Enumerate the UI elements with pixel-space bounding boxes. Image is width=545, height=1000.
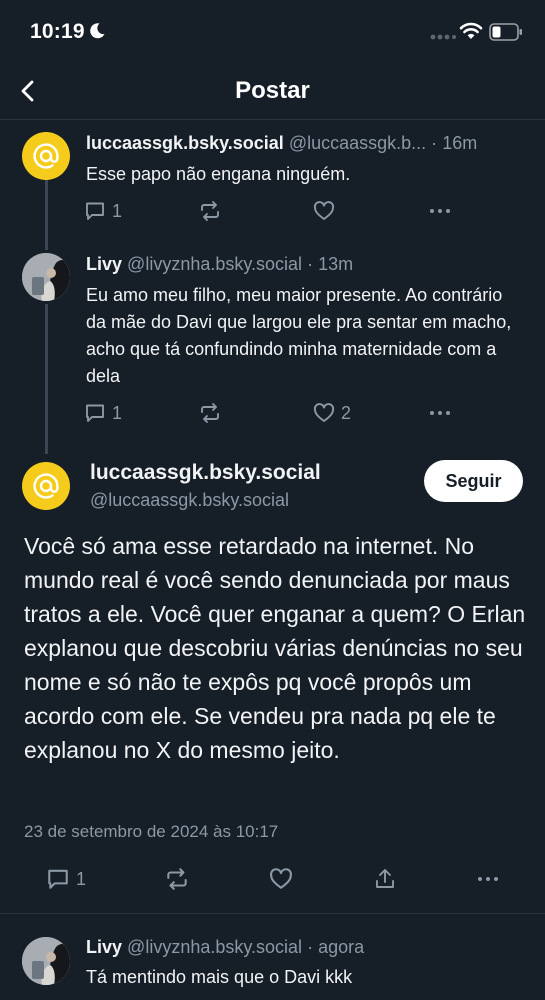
timestamp: agora	[318, 937, 365, 957]
post-header: luccaassgk.bsky.social @luccaassgk.b... …	[86, 133, 536, 154]
action-row: 1	[46, 866, 506, 894]
timestamp: 16m	[442, 133, 478, 153]
handle[interactable]: @livyznha.bsky.social	[127, 254, 302, 274]
reply-icon	[48, 869, 68, 889]
reply-button[interactable]: 1	[84, 400, 122, 426]
separator: ·	[307, 254, 314, 274]
post-text: Você só ama esse retardado na internet. …	[24, 533, 526, 763]
action-row: 1 2	[84, 400, 464, 428]
post-header: Livy @livyznha.bsky.social · 13m	[86, 254, 536, 275]
divider	[0, 913, 545, 914]
handle[interactable]: @luccaassgk.b...	[289, 133, 426, 153]
post-date: 23 de setembro de 2024 às 10:17	[24, 822, 279, 841]
thread-line	[45, 178, 48, 250]
repost-icon	[201, 201, 219, 221]
display-name[interactable]: luccaassgk.bsky.social	[86, 133, 284, 153]
display-name[interactable]: luccaassgk.bsky.social	[90, 461, 321, 485]
reply-count: 1	[76, 868, 87, 889]
reply-button[interactable]: 1	[46, 866, 86, 892]
more-options-button[interactable]	[476, 866, 500, 892]
page-title: Postar	[235, 77, 310, 104]
action-row: 1	[84, 198, 464, 226]
like-count: 2	[341, 402, 352, 423]
status-bar: 10:19	[0, 0, 545, 62]
handle[interactable]: @livyznha.bsky.social	[127, 937, 302, 957]
reply-button[interactable]: 1	[84, 198, 122, 224]
separator: ·	[307, 937, 314, 957]
battery-icon	[489, 23, 522, 41]
profile-photo	[22, 937, 70, 985]
cellular-signal-icon	[430, 34, 456, 40]
display-name[interactable]: Livy	[86, 937, 122, 957]
separator: ·	[431, 133, 438, 153]
more-horizontal-icon	[430, 209, 450, 213]
share-icon	[376, 869, 394, 888]
avatar[interactable]	[22, 132, 70, 180]
avatar[interactable]	[22, 937, 70, 985]
post-header: Livy @livyznha.bsky.social · agora	[86, 937, 536, 958]
at-sign-icon	[33, 473, 59, 499]
reply-count: 1	[112, 402, 123, 423]
repost-icon	[167, 868, 187, 890]
status-time: 10:19	[30, 20, 85, 43]
reply-count: 1	[112, 200, 123, 221]
navigation-bar: Postar	[0, 62, 545, 120]
avatar[interactable]	[22, 253, 70, 301]
like-button[interactable]	[269, 866, 293, 892]
thread-line	[45, 304, 48, 454]
timestamp: 13m	[318, 254, 354, 274]
share-button[interactable]	[373, 866, 397, 892]
display-name[interactable]: Livy	[86, 254, 122, 274]
repost-button[interactable]	[164, 866, 190, 892]
more-options-button[interactable]	[428, 198, 452, 224]
profile-photo	[22, 253, 70, 301]
post-text: Tá mentindo mais que o Davi kkk	[86, 967, 353, 987]
reply-icon	[86, 404, 104, 422]
more-horizontal-icon	[478, 877, 498, 881]
handle[interactable]: @luccaassgk.bsky.social	[90, 490, 289, 511]
post-text: Esse papo não engana ninguém.	[86, 164, 351, 184]
moon-icon	[90, 23, 105, 39]
like-button[interactable]: 2	[313, 400, 351, 426]
repost-icon	[201, 403, 219, 423]
heart-icon	[270, 868, 292, 889]
more-options-button[interactable]	[428, 400, 452, 426]
at-sign-icon	[33, 143, 59, 169]
like-button[interactable]	[313, 198, 341, 224]
repost-button[interactable]	[198, 400, 222, 426]
heart-icon	[313, 201, 335, 220]
reply-icon	[86, 202, 104, 220]
heart-icon	[313, 403, 335, 422]
avatar[interactable]	[22, 462, 70, 510]
wifi-icon	[459, 22, 483, 39]
more-horizontal-icon	[430, 411, 450, 415]
follow-button[interactable]: Seguir	[424, 460, 523, 502]
repost-button[interactable]	[198, 198, 222, 224]
post-text: Eu amo meu filho, meu maior presente. Ao…	[86, 285, 512, 386]
